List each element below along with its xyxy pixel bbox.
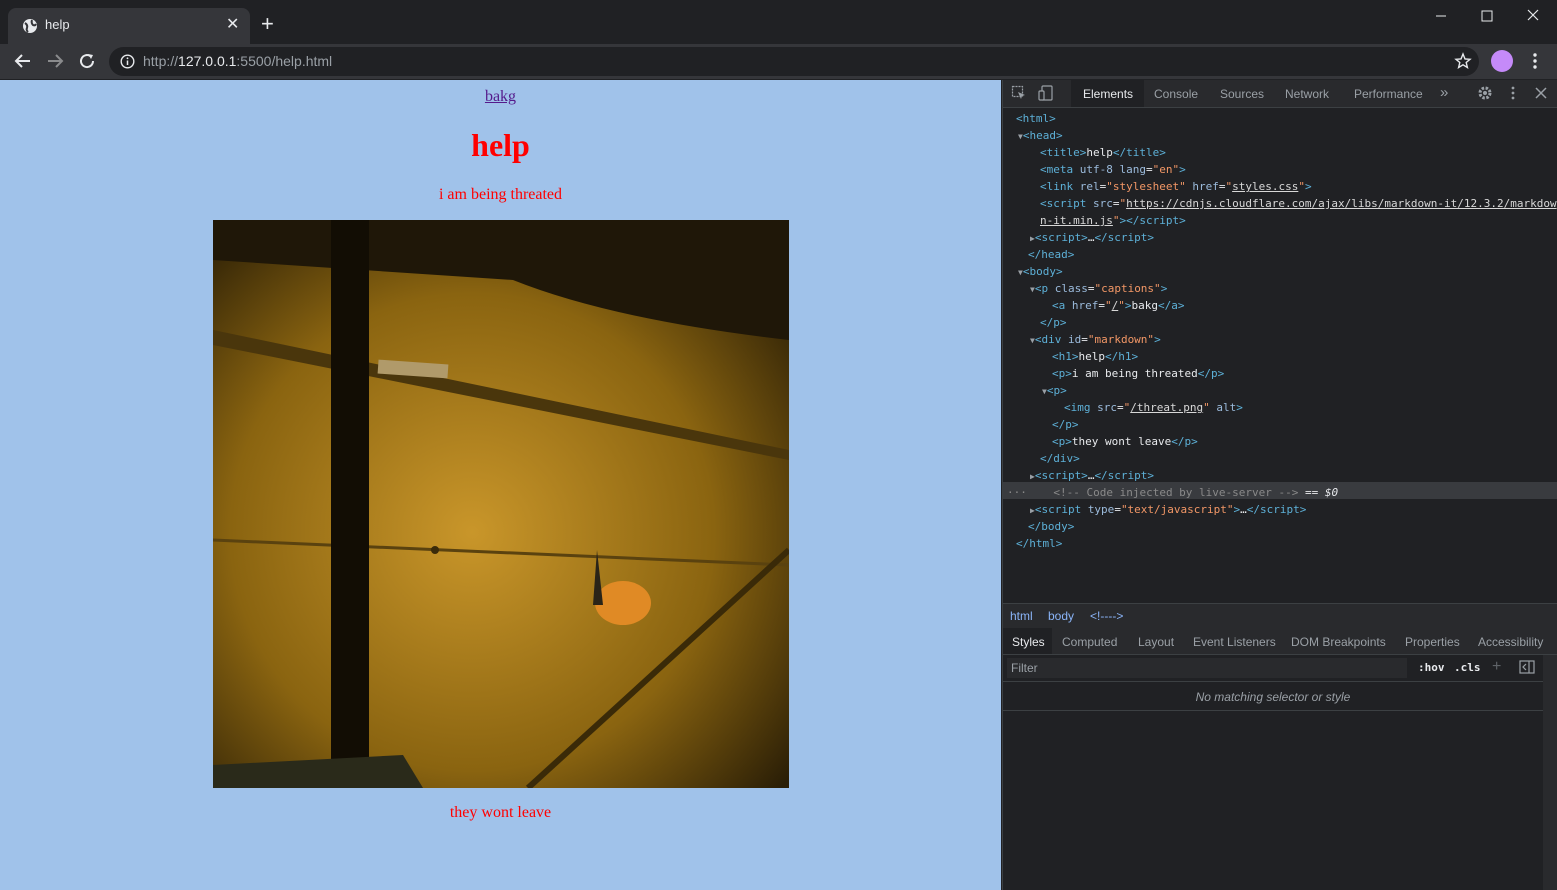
maximize-icon[interactable]: [1476, 6, 1498, 26]
toggle-sidebar-icon[interactable]: [1519, 660, 1535, 674]
paragraph-threated: i am being threated: [438, 186, 563, 203]
inspect-element-icon[interactable]: [1011, 85, 1027, 101]
page-viewport: bakg help i am being threated they wont …: [0, 80, 1001, 890]
back-arrow-icon[interactable]: [14, 52, 32, 70]
dom-node[interactable]: ▼<p class="captions">: [1030, 280, 1167, 297]
browser-menu-icon[interactable]: [1530, 52, 1540, 70]
dom-node-selected[interactable]: ··· <!-- Code injected by live-server --…: [1007, 484, 1338, 501]
dom-node[interactable]: <img src="/threat.png" alt>: [1064, 399, 1243, 416]
breadcrumb-comment[interactable]: <!---->: [1090, 609, 1123, 623]
paragraph-wont-leave: they wont leave: [449, 804, 552, 821]
address-bar[interactable]: http://127.0.0.1:5500/help.html: [109, 47, 1479, 76]
dom-node-continued: n-it.min.js"></script>: [1040, 214, 1186, 227]
breadcrumb-body[interactable]: body: [1048, 609, 1074, 623]
reload-icon[interactable]: [78, 52, 96, 70]
dom-node[interactable]: ▶<script>…</script>: [1030, 229, 1154, 246]
close-window-icon[interactable]: [1522, 6, 1544, 26]
dom-node[interactable]: </body>: [1028, 518, 1074, 535]
info-icon[interactable]: [120, 54, 135, 69]
url-text: http://127.0.0.1:5500/help.html: [143, 53, 332, 69]
tab-network[interactable]: Network: [1285, 87, 1329, 101]
forward-arrow-icon[interactable]: [46, 52, 64, 70]
cls-toggle[interactable]: .cls: [1454, 661, 1481, 674]
bookmark-star-icon[interactable]: [1454, 52, 1472, 70]
tab-layout[interactable]: Layout: [1138, 635, 1174, 649]
selected-marker: == $0: [1305, 486, 1339, 499]
dom-node[interactable]: </html>: [1016, 535, 1062, 552]
dom-node[interactable]: <p>i am being threated</p>: [1052, 365, 1224, 382]
breadcrumb-html[interactable]: html: [1010, 609, 1033, 623]
close-devtools-icon[interactable]: [1533, 85, 1549, 101]
bakg-link[interactable]: bakg: [485, 88, 516, 105]
dom-node[interactable]: ▼<head>: [1018, 127, 1063, 144]
title-bar: help ✕ +: [0, 0, 1557, 44]
tab-elements[interactable]: Elements: [1083, 87, 1133, 101]
new-style-rule-plus-icon[interactable]: +: [1492, 658, 1501, 676]
dom-node[interactable]: ▼<body>: [1018, 263, 1063, 280]
threat-image-art: [213, 220, 789, 788]
tab-close-icon[interactable]: ✕: [226, 16, 239, 34]
tab-accessibility[interactable]: Accessibility: [1478, 635, 1543, 649]
styles-filter-input[interactable]: [1007, 658, 1407, 678]
settings-gear-icon[interactable]: [1477, 85, 1493, 101]
dom-node[interactable]: ▼<div id="markdown">: [1030, 331, 1161, 348]
hov-toggle[interactable]: :hov: [1418, 661, 1445, 674]
dom-node[interactable]: <link rel="stylesheet" href="styles.css"…: [1040, 178, 1312, 195]
dom-node[interactable]: </p>: [1052, 416, 1079, 433]
styles-tabbar: Styles Computed Layout Event Listeners D…: [1003, 628, 1557, 655]
dom-node[interactable]: <h1>help</h1>: [1052, 348, 1138, 365]
tab-computed[interactable]: Computed: [1062, 635, 1117, 649]
captions-paragraph: bakg: [0, 88, 1001, 106]
no-matching-style-message: No matching selector or style: [1195, 690, 1351, 704]
browser-toolbar: http://127.0.0.1:5500/help.html: [0, 44, 1557, 79]
tab-event-listeners[interactable]: Event Listeners: [1193, 635, 1276, 649]
devtools-menu-icon[interactable]: [1505, 85, 1521, 101]
devtools-panel: Elements Console Sources Network Perform…: [1002, 80, 1557, 890]
dom-node[interactable]: </div>: [1040, 450, 1080, 467]
styles-filter-row: :hov .cls +: [1003, 655, 1557, 682]
devtools-tabbar: Elements Console Sources Network Perform…: [1003, 80, 1557, 108]
dom-node[interactable]: </head>: [1028, 246, 1074, 263]
dom-node[interactable]: <p>they wont leave</p>: [1052, 433, 1198, 450]
dom-node[interactable]: <title>help</title>: [1040, 144, 1166, 161]
dom-node[interactable]: <script src="https://cdnjs.cloudflare.co…: [1040, 195, 1557, 212]
tab-properties[interactable]: Properties: [1405, 635, 1460, 649]
tab-dom-breakpoints[interactable]: DOM Breakpoints: [1291, 635, 1386, 649]
dom-node[interactable]: <a href="/">bakg</a>: [1052, 297, 1185, 314]
minimize-icon[interactable]: [1430, 6, 1452, 26]
dom-node[interactable]: ▶<script>…</script>: [1030, 467, 1154, 484]
dom-node[interactable]: ▼<p>: [1042, 382, 1067, 399]
breadcrumb: html body <!---->: [1003, 603, 1557, 629]
styles-scrollbar[interactable]: [1543, 655, 1557, 890]
url-path: :5500/help.html: [236, 53, 333, 69]
device-toolbar-icon[interactable]: [1038, 85, 1054, 101]
browser-tab[interactable]: help ✕: [8, 8, 250, 44]
tab-console[interactable]: Console: [1154, 87, 1198, 101]
more-tabs-chevron-icon[interactable]: »: [1440, 84, 1448, 101]
threat-image: [213, 220, 789, 788]
divider: [1003, 710, 1543, 711]
dom-node[interactable]: <meta utf-8 lang="en">: [1040, 161, 1186, 178]
tab-styles[interactable]: Styles: [1012, 635, 1045, 649]
dom-node[interactable]: ▶<script type="text/javascript">…</scrip…: [1030, 501, 1306, 518]
dom-node[interactable]: </p>: [1040, 314, 1067, 331]
dom-node[interactable]: <html>: [1016, 110, 1056, 127]
tab-performance[interactable]: Performance: [1354, 87, 1423, 101]
url-host: 127.0.0.1: [178, 53, 237, 69]
tab-sources[interactable]: Sources: [1220, 87, 1264, 101]
tab-title: help: [45, 17, 70, 32]
url-scheme: http://: [143, 53, 179, 69]
page-heading: help: [471, 127, 530, 163]
new-tab-plus-icon[interactable]: +: [261, 13, 274, 35]
globe-icon: [23, 19, 37, 33]
profile-avatar[interactable]: [1491, 50, 1513, 72]
